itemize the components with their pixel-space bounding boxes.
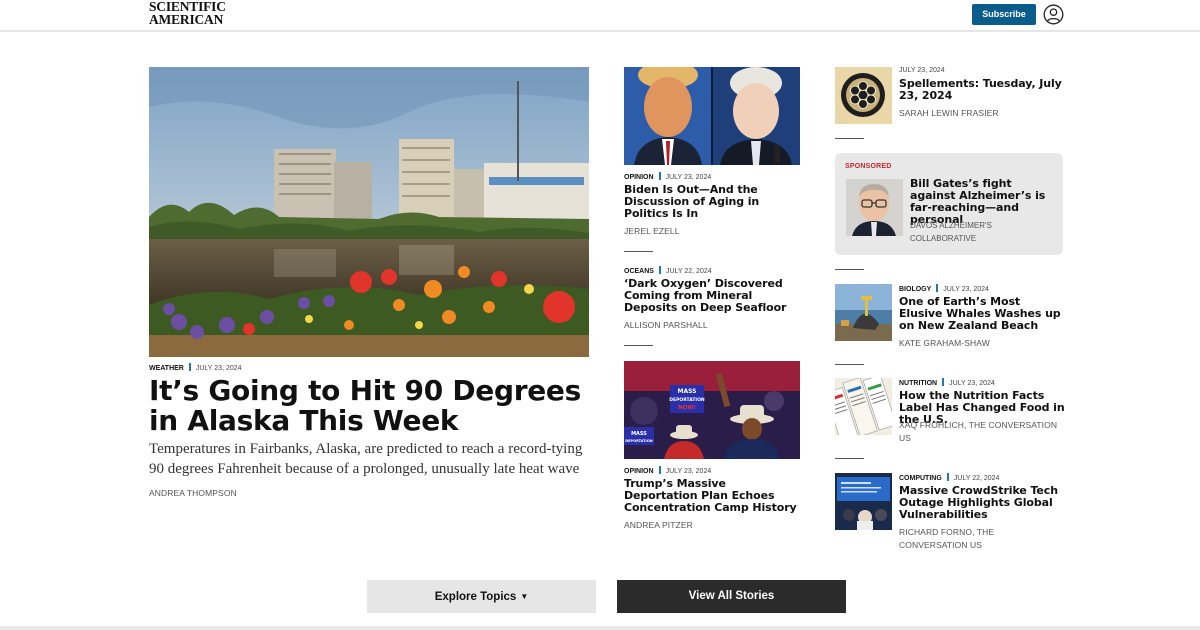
story-date: JULY 23, 2024 [943,286,989,293]
story-headline-link[interactable]: Trump’s Massive Deportation Plan Echoes … [624,478,802,514]
feature-image-fairbanks[interactable] [149,67,589,357]
spellements-date: JULY 23, 2024 [899,67,945,74]
story-category-link[interactable]: OCEANS [624,268,654,275]
feature-dek: Temperatures in Fairbanks, Alaska, are p… [149,441,583,477]
story-image-rally[interactable]: MASS DEPORTATION NOW! MASS DEPORTATION [624,361,800,459]
explore-topics-button[interactable]: Explore Topics ▼ [367,580,596,613]
story-category-link[interactable]: BIOLOGY [899,286,931,293]
story-date: JULY 23, 2024 [665,468,712,475]
story-kicker: COMPUTING JULY 22, 2024 [899,473,999,483]
spellements-thumbnail[interactable] [835,67,892,124]
view-all-stories-button[interactable]: View All Stories [617,580,846,613]
story-byline[interactable]: XAQ FROHLICH, THE CONVERSATION US [899,419,1065,445]
feature-headline-link[interactable]: It’s Going to Hit 90 Degrees in Alaska T… [149,376,599,436]
story-category-link[interactable]: OPINION [624,174,654,181]
story-byline[interactable]: KATE GRAHAM-SHAW [899,337,1065,350]
site-header: SCIENTIFIC AMERICAN Subscribe [0,0,1200,32]
story-category-link[interactable]: OPINION [624,468,654,475]
kicker-divider [942,378,945,386]
footer-divider [0,626,1200,630]
kicker-divider [946,473,949,481]
rally-sign-text: DEPORTATION [669,397,705,403]
story-headline-link[interactable]: Massive CrowdStrike Tech Outage Highligh… [899,485,1067,521]
logo-line-2: AMERICAN [149,11,224,27]
story-category-link[interactable]: COMPUTING [899,475,942,482]
feature-date: JULY 23, 2024 [195,365,242,372]
story-kicker: BIOLOGY JULY 23, 2024 [899,284,989,294]
divider [835,138,864,139]
feature-byline[interactable]: ANDREA THOMPSON [149,487,237,499]
rally-sign-text: MASS [631,431,647,437]
story-kicker: OPINION JULY 23, 2024 [624,172,711,182]
kicker-divider [658,172,661,180]
kicker-divider [936,284,939,292]
explore-topics-label: Explore Topics [434,591,517,603]
story-thumbnail-nutrition-labels[interactable] [835,378,892,435]
story-image-trump-biden[interactable] [624,67,800,165]
divider [624,345,653,346]
story-headline-link[interactable]: Biden Is Out—And the Discussion of Aging… [624,184,802,220]
story-headline-link[interactable]: One of Earth’s Most Elusive Whales Washe… [899,296,1067,332]
story-kicker: OPINION JULY 23, 2024 [624,466,711,476]
rally-sign-text: DEPORTATION [625,439,653,443]
story-headline-link[interactable]: ‘Dark Oxygen’ Discovered Coming from Min… [624,278,802,314]
rally-sign-text: NOW! [678,405,696,411]
sponsored-image-bill-gates[interactable] [846,179,903,236]
divider [835,458,864,459]
divider [624,251,653,252]
story-byline[interactable]: ANDREA PITZER [624,519,693,531]
spellements-byline[interactable]: SARAH LEWIN FRASIER [899,107,1065,120]
story-kicker: NUTRITION JULY 23, 2024 [899,378,995,388]
feature-category-link[interactable]: WEATHER [149,365,184,372]
story-byline[interactable]: ALLISON PARSHALL [624,319,708,331]
story-thumbnail-crowdstrike-outage[interactable] [835,473,892,530]
sponsored-card[interactable]: SPONSORED Bill Gates’s fight against Alz… [835,153,1063,255]
story-category-link[interactable]: NUTRITION [899,380,937,387]
kicker-divider [658,466,661,474]
chevron-down-icon: ▼ [520,592,529,601]
story-date: JULY 22, 2024 [953,475,1000,482]
story-byline[interactable]: RICHARD FORNO, THE CONVERSATION US [899,526,1065,552]
story-date: JULY 23, 2024 [665,174,712,181]
kicker-divider [658,266,661,274]
site-logo[interactable]: SCIENTIFIC AMERICAN [149,0,226,27]
story-date: JULY 22, 2024 [665,268,712,275]
kicker-divider [188,363,191,371]
divider [835,364,864,365]
user-circle-icon[interactable] [1043,4,1064,25]
story-kicker: OCEANS JULY 22, 2024 [624,266,712,276]
feature-kicker: WEATHER JULY 23, 2024 [149,363,242,373]
rally-sign-text: MASS [678,388,697,395]
story-date: JULY 23, 2024 [949,380,995,387]
sponsored-label: SPONSORED [845,163,892,170]
story-byline[interactable]: JEREL EZELL [624,225,680,237]
spellements-headline-link[interactable]: Spellements: Tuesday, July 23, 2024 [899,78,1067,102]
story-thumbnail-whale[interactable] [835,284,892,341]
spellements-kicker: JULY 23, 2024 [899,66,945,75]
sponsored-byline: DAVOS ALZHEIMER'S COLLABORATIVE [910,221,992,243]
subscribe-button[interactable]: Subscribe [972,4,1036,25]
divider [835,269,864,270]
